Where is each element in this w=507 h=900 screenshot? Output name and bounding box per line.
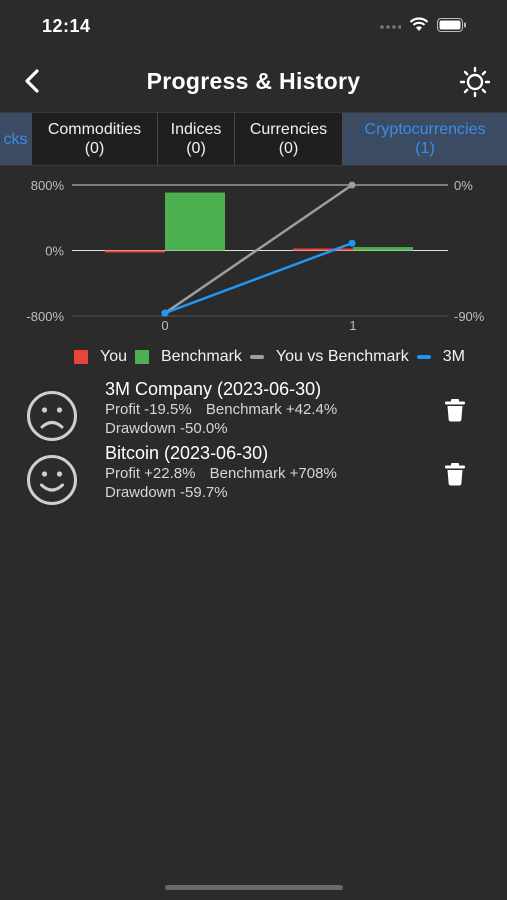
item-details: 3M Company (2023-06-30) Profit -19.5% Be… [105,378,347,438]
line-3m [164,242,353,315]
list-item[interactable]: Bitcoin (2023-06-30) Profit +22.8% Bench… [0,442,507,506]
sun-icon [459,66,491,98]
delete-button[interactable] [444,398,466,422]
status-icons [379,17,467,32]
bar-benchmark [353,247,413,251]
item-stats: Profit +22.8% Benchmark +708% [105,464,347,483]
status-time: 12:14 [42,16,91,36]
item-title: 3M Company (2023-06-30) [105,379,322,399]
page-title: Progress & History [146,68,361,94]
legend-label: You vs Benchmark [275,348,409,365]
legend-swatch-you [74,350,88,364]
chart-legend: You Benchmark You vs Benchmark 3M [74,346,473,368]
legend-item-you-vs-benchmark: You vs Benchmark [249,348,409,366]
tab-count: (0) [186,140,206,157]
legend-item-3m: 3M [416,348,465,366]
right-axis-tick: 0% [454,178,473,193]
legend-swatch-benchmark [135,350,149,364]
point-3m [348,239,356,247]
right-axis-tick: -90% [454,309,485,324]
legend-item-you: You [74,348,127,366]
status-bar: 12:14 [0,0,507,54]
tab-count: (0) [278,140,299,157]
point-3m [161,309,169,317]
bar-benchmark [165,192,225,251]
tab-label: cks [3,130,28,148]
tab-count: (1) [415,140,435,157]
point-you-vs-benchmark [348,181,356,189]
left-axis-tick: -800% [26,309,64,324]
tab-cryptocurrencies[interactable]: Cryptocurrencies (1) [343,113,507,165]
item-profit: Profit -19.5% [105,401,192,418]
item-drawdown: Drawdown -50.0% [105,420,228,437]
theme-toggle-button[interactable] [459,66,491,98]
item-details: Bitcoin (2023-06-30) Profit +22.8% Bench… [105,442,347,502]
legend-item-benchmark: Benchmark [135,348,242,366]
x-axis-tick: 0 [161,318,168,333]
item-drawdown: Drawdown -59.7% [105,484,228,501]
sad-face-icon [27,391,77,441]
item-benchmark: Benchmark +708% [209,465,337,482]
tab-count: (0) [84,140,105,157]
tab-currencies[interactable]: Currencies (0) [235,113,343,165]
legend-swatch-3m [416,355,431,359]
nav-bar: Progress & History [0,54,507,110]
legend-label: 3M [442,348,465,365]
tab-commodities[interactable]: Commodities (0) [32,113,158,165]
category-tabs: cks Commodities (0) Indices (0) Currenci… [0,112,507,166]
bar-you [293,248,353,251]
item-profit: Profit +22.8% [105,465,196,482]
legend-label: You [100,348,127,365]
list-item[interactable]: 3M Company (2023-06-30) Profit -19.5% Be… [0,378,507,442]
x-axis-tick: 1 [349,318,356,333]
delete-button[interactable] [444,462,466,486]
battery-icon [437,17,466,32]
performance-chart: 800% 0% -800% 0% -90% 0 1 [26,178,485,333]
legend-swatch-you-vs-benchmark [249,355,264,359]
wifi-icon [409,17,429,31]
left-axis-tick: 800% [31,178,65,193]
left-axis-tick: 0% [45,244,64,259]
home-indicator [165,885,343,890]
tab-label: Currencies [249,121,328,138]
signal-icon [380,24,401,29]
item-stats: Profit -19.5% Benchmark +42.4% [105,400,347,419]
happy-face-icon [27,455,77,505]
item-title: Bitcoin (2023-06-30) [105,443,269,463]
tab-stocks[interactable]: cks [0,113,32,165]
tab-indices[interactable]: Indices (0) [158,113,235,165]
tab-label: Indices [170,121,222,138]
legend-label: Benchmark [161,348,242,365]
tab-label: Cryptocurrencies [364,121,486,138]
bar-you [105,250,165,253]
item-benchmark: Benchmark +42.4% [205,401,338,418]
history-list: 3M Company (2023-06-30) Profit -19.5% Be… [0,378,507,506]
tab-label: Commodities [47,121,142,138]
